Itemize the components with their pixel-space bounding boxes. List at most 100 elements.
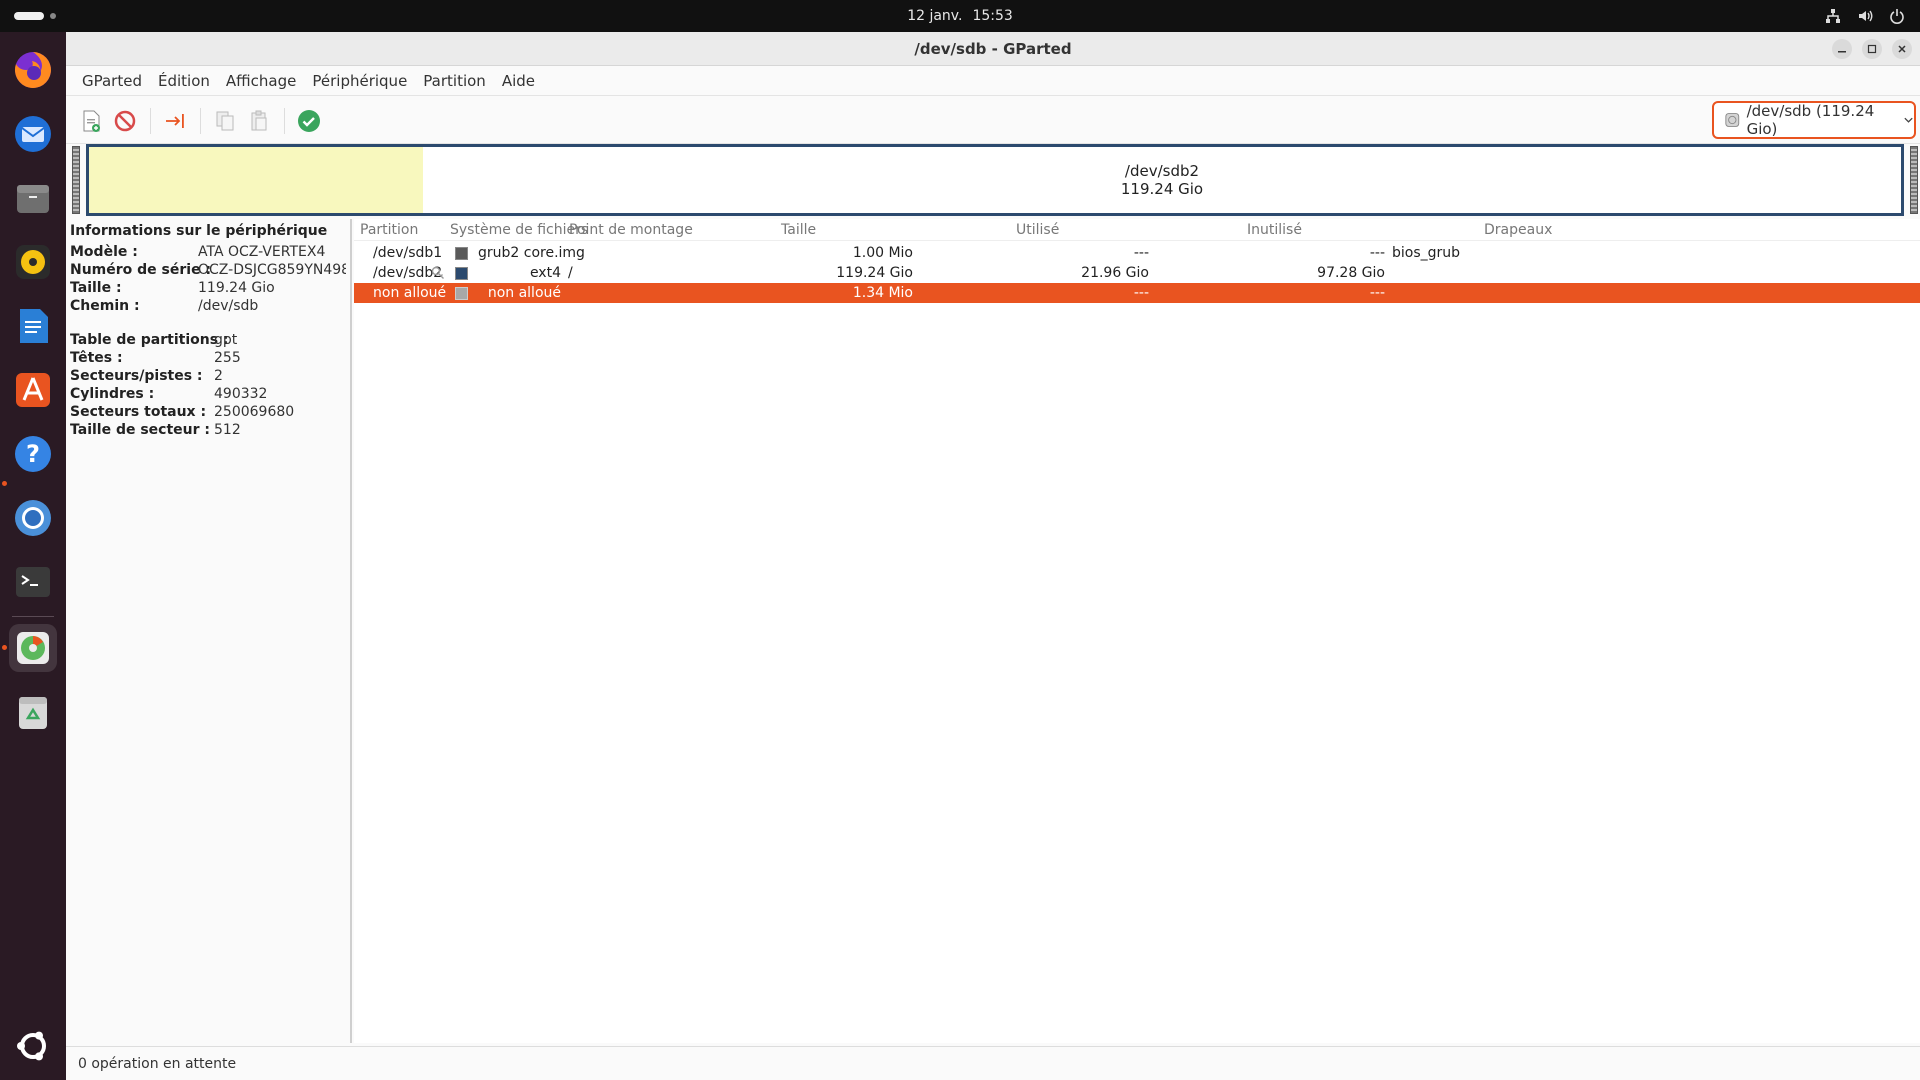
new-partition-button[interactable] [76,106,106,136]
table-row[interactable]: /dev/sdb2 ext4 / 119.24 Gio 21.96 Gio 97… [354,263,1920,283]
cell-unused: --- [1369,285,1385,301]
info-label: Secteurs/pistes : [70,368,203,384]
menu-edition[interactable]: Édition [150,72,218,90]
info-value: 2 [214,368,223,384]
volume-icon[interactable] [1856,7,1874,25]
gparted-icon[interactable] [9,624,57,672]
column-header-filesystem[interactable]: Système de fichiers [450,219,588,241]
partition-table: Partition Système de fichiers Point de m… [354,219,1920,1043]
filesystem-color-swatch [455,247,468,260]
cell-used: --- [1133,245,1149,261]
partition-block-sdb1[interactable] [89,147,423,213]
chromium-icon[interactable] [9,494,57,542]
close-button[interactable] [1892,39,1912,59]
cell-used: 21.96 Gio [1081,265,1149,281]
clock[interactable]: 12 janv. 15:53 [0,0,1920,32]
pending-operations-text: 0 opération en attente [78,1056,237,1072]
info-value: 490332 [214,386,268,402]
info-label: Secteurs totaux : [70,404,207,420]
help-icon[interactable]: ? [9,430,57,478]
cell-filesystem: non alloué [487,285,561,301]
status-bar: 0 opération en attente [66,1046,1920,1080]
partition-block-name: /dev/sdb2 [1124,162,1200,180]
top-bar: 12 janv. 15:53 [0,0,1920,32]
dock: ? [0,32,66,1080]
info-value: OCZ-DSJCG859YN498F- [198,262,346,278]
toolbar: /dev/sdb (119.24 Gio) [66,96,1920,144]
gparted-window: /dev/sdb - GParted GParted Édition Affic… [66,32,1920,1080]
terminal-icon[interactable] [9,558,57,606]
app-center-icon[interactable] [9,366,57,414]
delete-partition-button[interactable] [110,106,140,136]
toolbar-separator [200,108,201,134]
menu-affichage[interactable]: Affichage [218,72,304,90]
info-row-sectors: Secteurs/pistes : 2 [70,367,346,385]
info-value: 512 [214,422,241,438]
window-title: /dev/sdb - GParted [914,40,1072,58]
cell-partition: non alloué [373,285,447,301]
table-row-selected[interactable]: non alloué non alloué 1.34 Mio --- --- [354,283,1920,303]
writer-icon[interactable] [9,302,57,350]
info-label: Taille : [70,280,122,296]
network-icon[interactable] [1824,7,1842,25]
info-label: Cylindres : [70,386,155,402]
column-header-mountpoint[interactable]: Point de montage [569,219,693,241]
info-row-total: Secteurs totaux : 250069680 [70,403,346,421]
paste-button[interactable] [244,106,274,136]
copy-button[interactable] [210,106,240,136]
device-selector[interactable]: /dev/sdb (119.24 Gio) [1712,101,1916,139]
cell-size: 119.24 Gio [836,265,913,281]
right-grip [1910,146,1918,214]
toolbar-separator [284,108,285,134]
apply-button[interactable] [294,106,324,136]
info-row-path: Chemin : /dev/sdb [70,297,346,315]
info-value: ATA OCZ-VERTEX4 [198,244,326,260]
info-row-heads: Têtes : 255 [70,349,346,367]
column-header-size[interactable]: Taille [781,219,816,241]
menu-peripherique[interactable]: Périphérique [304,72,415,90]
clock-date: 12 janv. [907,8,963,24]
menu-aide[interactable]: Aide [494,72,543,90]
left-grip [72,146,80,214]
cell-mountpoint: / [568,265,573,281]
disk-graphic: /dev/sdb2 119.24 Gio [72,144,1918,216]
maximize-button[interactable] [1862,39,1882,59]
partition-block-sdb2[interactable]: /dev/sdb2 119.24 Gio [423,147,1901,213]
toolbar-separator [150,108,151,134]
power-icon[interactable] [1888,7,1906,25]
table-header: Partition Système de fichiers Point de m… [354,219,1920,241]
info-value: 119.24 Gio [198,280,275,296]
title-bar[interactable]: /dev/sdb - GParted [66,32,1920,66]
cell-partition: /dev/sdb1 [373,245,443,261]
info-value: gpt [214,332,238,348]
device-info-panel: Informations sur le périphérique Modèle … [66,219,352,1043]
menu-partition[interactable]: Partition [415,72,494,90]
filesystem-color-swatch [455,287,468,300]
info-label: Taille de secteur : [70,422,211,438]
rhythmbox-icon[interactable] [9,238,57,286]
trash-icon[interactable] [9,688,57,736]
ubuntu-logo-icon[interactable] [9,1022,57,1070]
files-icon[interactable] [9,174,57,222]
info-label: Table de partitions : [70,332,229,348]
menu-gparted[interactable]: GParted [74,72,150,90]
minimize-button[interactable] [1832,39,1852,59]
column-header-used[interactable]: Utilisé [1016,219,1059,241]
info-value: 255 [214,350,241,366]
info-value: 250069680 [214,404,295,420]
firefox-icon[interactable] [9,46,57,94]
info-row-cylinders: Cylindres : 490332 [70,385,346,403]
system-tray[interactable] [1824,0,1906,32]
column-header-partition[interactable]: Partition [360,219,418,241]
info-row-model: Modèle : ATA OCZ-VERTEX4 [70,243,346,261]
cell-size: 1.34 Mio [852,285,913,301]
table-row[interactable]: /dev/sdb1 grub2 core.img 1.00 Mio --- --… [354,243,1920,263]
chevron-down-icon [1904,117,1913,123]
column-header-unused[interactable]: Inutilisé [1247,219,1302,241]
cell-unused: 97.28 Gio [1317,265,1385,281]
running-indicator [2,481,7,486]
resize-move-button[interactable] [160,106,190,136]
thunderbird-icon[interactable] [9,110,57,158]
column-header-flags[interactable]: Drapeaux [1484,219,1552,241]
cell-unused: --- [1369,245,1385,261]
